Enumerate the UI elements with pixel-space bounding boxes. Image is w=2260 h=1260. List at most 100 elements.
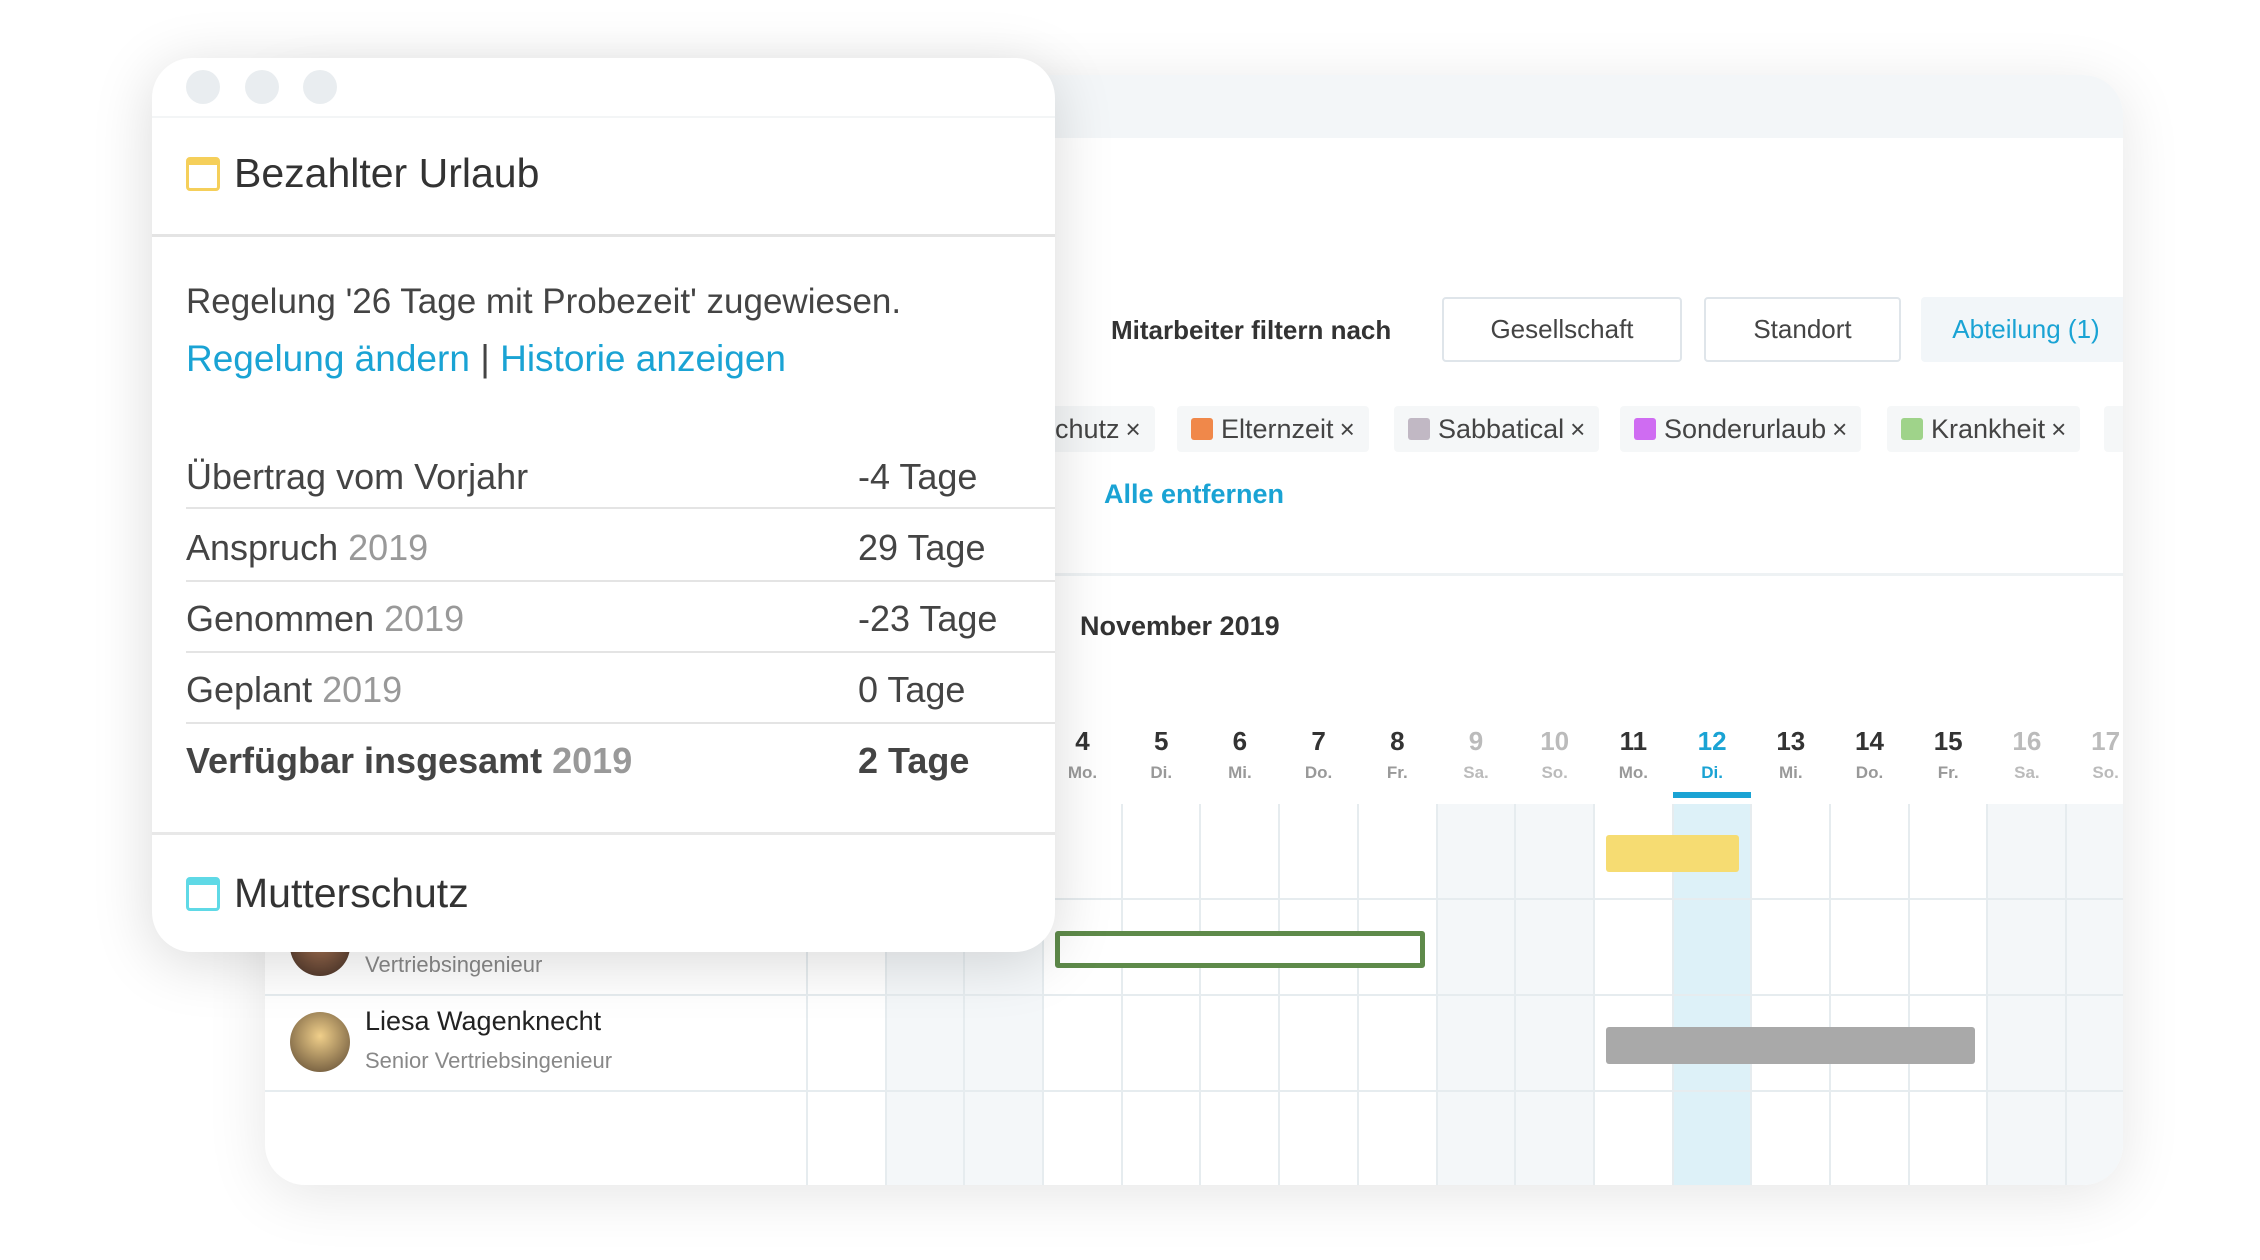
weekday: Mi. <box>1228 763 1252 782</box>
maternity-leave-title-text: Mutterschutz <box>234 870 469 916</box>
calendar-icon <box>186 156 220 191</box>
weekday: Sa. <box>1463 763 1489 782</box>
day-header[interactable]: 5 Di. <box>1122 726 1201 783</box>
absence-bar[interactable] <box>1605 1027 1976 1064</box>
month-label: November 2019 <box>1080 611 1280 641</box>
policy-text: Regelung '26 Tage mit Probezeit' zugewie… <box>186 282 902 321</box>
day-header[interactable]: 10 So. <box>1515 726 1594 783</box>
clear-all-filters-link[interactable]: Alle entfernen <box>1104 479 1284 510</box>
balance-value: 2 Tage <box>858 740 970 781</box>
color-swatch <box>1191 418 1213 440</box>
weekday: Fr. <box>1937 763 1959 782</box>
chip-label: Sabbatical <box>1438 413 1565 444</box>
balance-year: 2019 <box>384 598 465 639</box>
day-header[interactable]: 17 So. <box>2066 726 2123 783</box>
balance-label: Verfügbar insgesamt 2019 <box>186 740 632 782</box>
filter-chip[interactable]: Sonderurlaub × <box>1620 406 1862 452</box>
day-header[interactable]: 12 Di. <box>1673 726 1752 783</box>
remove-chip-icon[interactable]: × <box>1126 414 1141 445</box>
filter-chip[interactable]: Elternzeit × <box>1177 406 1369 452</box>
row-divider <box>186 580 1055 582</box>
balance-label-text: Anspruch <box>186 527 339 568</box>
show-history-link[interactable]: Historie anzeigen <box>500 338 786 379</box>
day-header[interactable]: 7 Do. <box>1279 726 1358 783</box>
day-header[interactable]: 8 Fr. <box>1358 726 1437 783</box>
filter-chip[interactable] <box>2104 406 2123 452</box>
weekday: Fr. <box>1386 763 1408 782</box>
balance-label: Übertrag vom Vorjahr <box>186 456 528 498</box>
weekday: Mo. <box>1618 763 1649 782</box>
row-divider <box>186 722 1055 724</box>
window-dot-maximize[interactable] <box>303 70 337 104</box>
day-number: 9 <box>1468 726 1484 756</box>
chip-label: chutz <box>1055 413 1120 444</box>
remove-chip-icon[interactable]: × <box>1340 414 1355 445</box>
row-divider <box>186 507 1055 509</box>
calendar-icon <box>186 876 220 911</box>
remove-chip-icon[interactable]: × <box>1832 414 1847 445</box>
day-number: 15 <box>1933 726 1963 756</box>
paid-leave-title-text: Bezahlter Urlaub <box>234 150 540 196</box>
day-header[interactable]: 14 Do. <box>1830 726 1909 783</box>
window-dot-minimize[interactable] <box>245 70 279 104</box>
day-number: 7 <box>1311 726 1326 756</box>
color-swatch <box>1901 418 1923 440</box>
balance-label-text: Geplant <box>186 669 313 710</box>
employee-role: Senior Vertriebsingenieur <box>365 1048 613 1073</box>
color-swatch <box>1634 418 1656 440</box>
remove-chip-icon[interactable]: × <box>2051 414 2066 445</box>
change-policy-link[interactable]: Regelung ändern <box>186 338 470 379</box>
row-divider <box>265 1090 2123 1092</box>
day-header[interactable]: 6 Mi. <box>1200 726 1279 783</box>
balance-year: 2019 <box>322 669 403 710</box>
day-number: 16 <box>2012 726 2042 756</box>
weekday: Mi. <box>1778 763 1803 782</box>
chip-label: Krankheit <box>1931 413 2046 444</box>
balance-label: Geplant 2019 <box>186 669 402 711</box>
balance-label: Anspruch 2019 <box>186 527 428 569</box>
balance-label-text: Übertrag vom Vorjahr <box>186 456 529 497</box>
employee-role: Vertriebsingenieur <box>365 952 543 977</box>
weekday: So. <box>2092 763 2119 782</box>
weekday: Do. <box>1304 763 1333 782</box>
day-header[interactable]: 9 Sa. <box>1437 726 1516 783</box>
paid-leave-title: Bezahlter Urlaub <box>186 150 539 197</box>
weekday: Do. <box>1855 763 1884 782</box>
balance-value: 29 Tage <box>858 527 986 568</box>
filter-company-button[interactable]: Gesellschaft <box>1442 297 1682 362</box>
absence-bar[interactable] <box>1055 931 1425 968</box>
window-dot-close[interactable] <box>186 70 220 104</box>
day-number: 13 <box>1776 726 1806 756</box>
chip-label: Sonderurlaub <box>1664 413 1827 444</box>
remove-chip-icon[interactable]: × <box>1570 414 1585 445</box>
balance-year: 2019 <box>552 740 633 781</box>
weekday: So. <box>1541 763 1568 782</box>
day-number: 5 <box>1153 726 1169 756</box>
filter-chip[interactable]: Krankheit × <box>1887 406 2081 452</box>
filter-chip[interactable]: Sabbatical × <box>1394 406 1600 452</box>
day-number: 8 <box>1390 726 1405 756</box>
balance-year: 2019 <box>348 527 429 568</box>
day-number: 12 <box>1697 726 1727 756</box>
color-swatch <box>1408 418 1430 440</box>
day-number: 17 <box>2091 726 2121 756</box>
filter-label: Mitarbeiter filtern nach <box>1111 315 1392 345</box>
day-header[interactable]: 11 Mo. <box>1594 726 1673 783</box>
weekday: Sa. <box>2014 763 2040 782</box>
day-number: 10 <box>1540 726 1570 756</box>
day-number: 14 <box>1855 726 1884 756</box>
balance-value: 0 Tage <box>858 669 966 710</box>
day-header[interactable]: 16 Sa. <box>1987 726 2066 783</box>
employee-name[interactable]: Liesa Wagenknecht <box>365 1006 601 1037</box>
absence-bar[interactable] <box>1605 835 1740 872</box>
day-header[interactable]: 15 Fr. <box>1909 726 1988 783</box>
day-header[interactable]: 13 Mi. <box>1751 726 1830 783</box>
maternity-leave-title: Mutterschutz <box>186 870 469 917</box>
avatar <box>290 1012 350 1072</box>
chip-label: Elternzeit <box>1221 413 1334 444</box>
balance-label-text: Verfügbar insgesamt <box>186 740 543 781</box>
filter-location-button[interactable]: Standort <box>1704 297 1901 362</box>
today-indicator <box>1672 792 1752 798</box>
filter-department-button[interactable]: Abteilung (1) <box>1921 297 2123 362</box>
balance-value: -4 Tage <box>858 456 978 497</box>
